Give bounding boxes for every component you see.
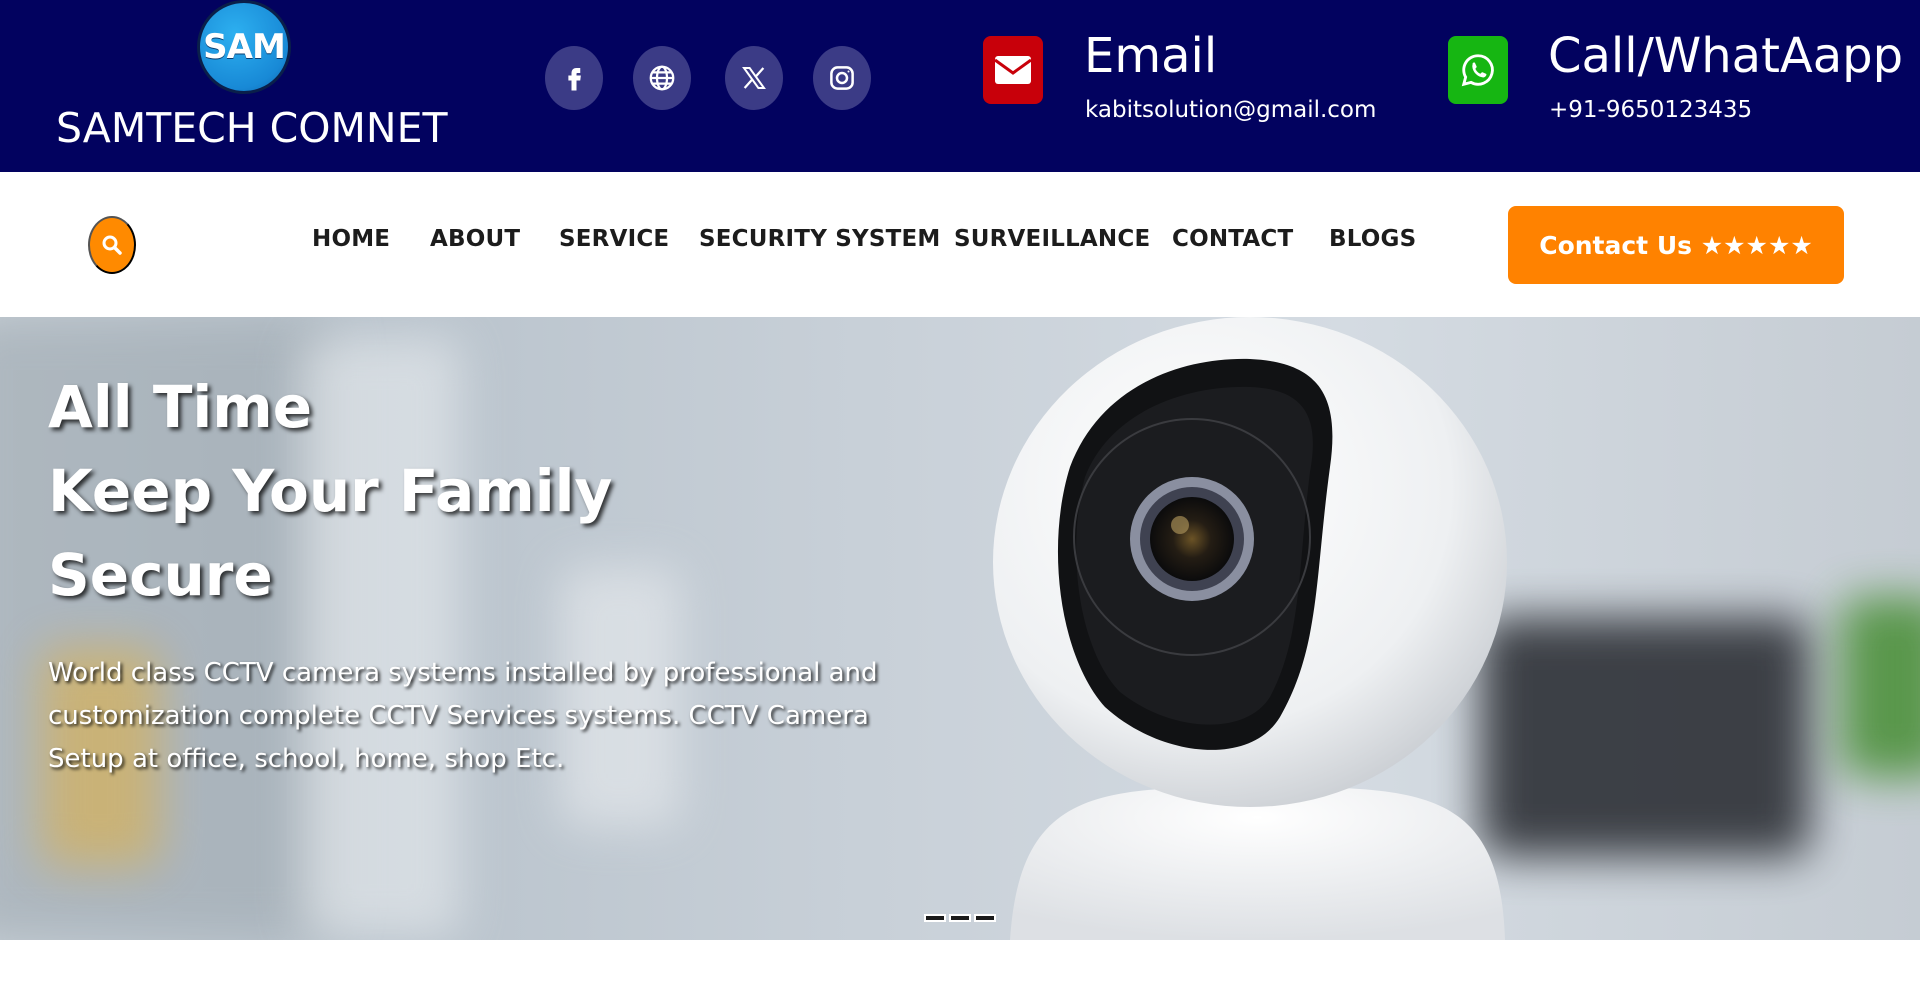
email-title: Email	[1084, 28, 1218, 84]
brand-logo[interactable]: SAM	[197, 0, 291, 94]
x-twitter-link[interactable]	[725, 46, 783, 110]
search-icon	[102, 235, 122, 255]
nav-contact[interactable]: CONTACT	[1172, 226, 1293, 252]
slide-indicator-3[interactable]	[974, 914, 996, 922]
nav-service[interactable]: SERVICE	[559, 226, 669, 252]
facebook-icon	[568, 68, 581, 91]
slide-indicator-1[interactable]	[924, 914, 946, 922]
email-address[interactable]: kabitsolution@gmail.com	[1085, 97, 1376, 123]
facebook-link[interactable]	[545, 46, 603, 110]
hero-line-1: All Time	[48, 373, 313, 441]
instagram-link[interactable]	[813, 46, 871, 110]
hero-description: World class CCTV camera systems installe…	[48, 658, 878, 774]
nav-blogs[interactable]: BLOGS	[1329, 226, 1416, 252]
nav-surveillance[interactable]: SURVEILLANCE	[954, 226, 1150, 252]
globe-icon	[649, 65, 675, 91]
x-twitter-icon	[742, 67, 766, 89]
hero-line-3: Secure	[48, 541, 273, 609]
top-header: SAM SAMTECH COMNET Email kabitsolution@g…	[0, 0, 1920, 172]
nav-security-system[interactable]: SECURITY SYSTEM	[699, 226, 941, 252]
whatsapp-icon	[1448, 36, 1508, 104]
website-link[interactable]	[633, 46, 691, 110]
hero-heading: All Time Keep Your Family Secure	[48, 365, 612, 617]
hero-line-2: Keep Your Family	[48, 457, 613, 525]
hero-slider: All Time Keep Your Family Secure World c…	[0, 317, 1920, 940]
slide-indicator-2[interactable]	[949, 914, 971, 922]
nav-home[interactable]: HOME	[312, 226, 390, 252]
slider-indicators	[924, 914, 996, 922]
search-button[interactable]	[88, 216, 136, 274]
brand-logo-text: SAM	[203, 27, 286, 67]
main-navbar: HOME ABOUT SERVICE SECURITY SYSTEM SURVE…	[0, 172, 1920, 317]
phone-title: Call/WhatAapp	[1548, 28, 1904, 84]
envelope-icon	[983, 36, 1043, 104]
instagram-icon	[830, 66, 854, 90]
bg-blur-plant	[1840, 597, 1920, 777]
contact-us-button[interactable]: Contact Us ★★★★★	[1508, 206, 1844, 284]
brand-name[interactable]: SAMTECH COMNET	[56, 104, 448, 152]
phone-number[interactable]: +91-9650123435	[1549, 97, 1752, 123]
nav-about[interactable]: ABOUT	[430, 226, 520, 252]
brand[interactable]: SAM SAMTECH COMNET	[48, 0, 448, 172]
cctv-camera-image	[993, 317, 1507, 940]
